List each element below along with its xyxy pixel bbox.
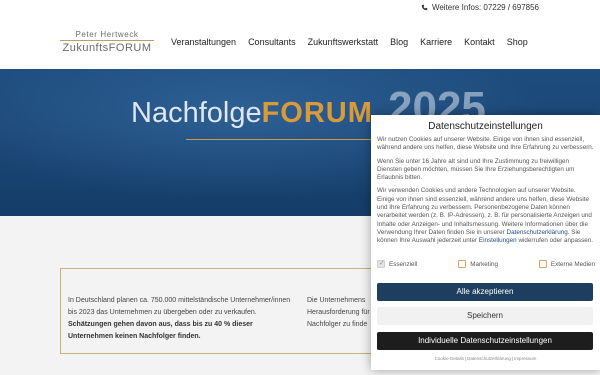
- hero-title: NachfolgeFORUM: [131, 97, 373, 130]
- accept-all-button[interactable]: Alle akzeptieren: [377, 283, 593, 301]
- logo[interactable]: Peter Hertweck ZukunftsFORUM: [60, 30, 154, 54]
- checkbox-essenziell-box[interactable]: [377, 259, 385, 268]
- checkbox-externe-medien-box[interactable]: [538, 260, 547, 268]
- top-bar: Weitere Infos: 07229 / 697856: [0, 0, 600, 14]
- logo-rule: [60, 40, 154, 41]
- logo-line-1: Peter Hertweck: [75, 30, 139, 39]
- individual-settings-button[interactable]: Individuelle Datenschutzeinstellungen: [377, 332, 593, 350]
- checkbox-essenziell[interactable]: Essenziell: [377, 259, 418, 268]
- hero-divider: [186, 139, 376, 140]
- nav-blog[interactable]: Blog: [390, 37, 408, 47]
- checkbox-externe-medien-label: Externe Medien: [550, 260, 595, 268]
- privacy-link[interactable]: Datenschutzerklärung: [507, 229, 568, 236]
- imprint-link[interactable]: Impressum: [514, 356, 536, 361]
- cookie-text: Wir nutzen Cookies auf unserer Website. …: [371, 136, 600, 246]
- checkbox-externe-medien[interactable]: Externe Medien: [538, 260, 595, 268]
- cookie-footer-links: Cookie-Details|Datenschutzerklärung|Impr…: [434, 356, 537, 361]
- intro2-line1: Die Unternehmens: [307, 297, 366, 304]
- nav-consultants[interactable]: Consultants: [248, 37, 296, 47]
- hero-title-part2: FORUM: [261, 97, 373, 129]
- intro-paragraph-2: Die Unternehmens Herausforderung für Nac…: [307, 295, 377, 331]
- hero-title-part1: Nachfolge: [131, 97, 262, 129]
- cookie-categories: Essenziell Marketing Externe Medien: [377, 259, 595, 268]
- site-header: Peter Hertweck ZukunftsFORUM Veranstaltu…: [0, 14, 600, 69]
- cookie-p3: Wir verwenden Cookies und andere Technol…: [377, 187, 594, 245]
- cookie-p2: Wenn Sie unter 16 Jahre alt sind und Ihr…: [377, 157, 575, 182]
- settings-link[interactable]: Einstellungen: [479, 237, 517, 244]
- cookie-p3c: widerrufen oder anpassen.: [518, 237, 593, 245]
- cookie-consent-dialog: Datenschutzeinstellungen Wir nutzen Cook…: [371, 115, 600, 370]
- main-nav: Veranstaltungen Consultants Zukunftswerk…: [171, 37, 540, 47]
- intro2-line3: Nachfolger zu finde: [307, 321, 368, 328]
- intro-text: In Deutschland planen ca. 750.000 mittel…: [68, 297, 291, 316]
- footer-privacy-link[interactable]: Datenschutzerklärung: [467, 356, 511, 361]
- nav-zukunftswerkstatt[interactable]: Zukunftswerkstatt: [308, 37, 379, 47]
- cookie-details-link[interactable]: Cookie-Details: [435, 356, 464, 361]
- phone-icon: [421, 4, 428, 11]
- save-button[interactable]: Speichern: [377, 307, 593, 325]
- intro-text-bold: Schätzungen gehen davon aus, dass bis zu…: [68, 321, 253, 340]
- checkbox-essenziell-label: Essenziell: [389, 260, 418, 268]
- intro-paragraph: In Deutschland planen ca. 750.000 mittel…: [68, 295, 296, 343]
- phone-info[interactable]: Weitere Infos: 07229 / 697856: [421, 3, 539, 12]
- logo-line-2: ZukunftsFORUM: [62, 42, 152, 54]
- nav-shop[interactable]: Shop: [507, 37, 528, 47]
- intro2-line2: Herausforderung für: [307, 309, 370, 316]
- nav-kontakt[interactable]: Kontakt: [464, 37, 495, 47]
- checkbox-marketing-label: Marketing: [470, 260, 498, 268]
- checkbox-marketing-box[interactable]: [458, 260, 467, 268]
- cookie-title: Datenschutzeinstellungen: [428, 121, 543, 132]
- phone-label: Weitere Infos: 07229 / 697856: [431, 3, 539, 12]
- nav-veranstaltungen[interactable]: Veranstaltungen: [171, 37, 236, 47]
- cookie-p1: Wir nutzen Cookies auf unserer Website. …: [377, 136, 594, 152]
- checkbox-marketing[interactable]: Marketing: [458, 260, 498, 268]
- nav-karriere[interactable]: Karriere: [420, 37, 452, 47]
